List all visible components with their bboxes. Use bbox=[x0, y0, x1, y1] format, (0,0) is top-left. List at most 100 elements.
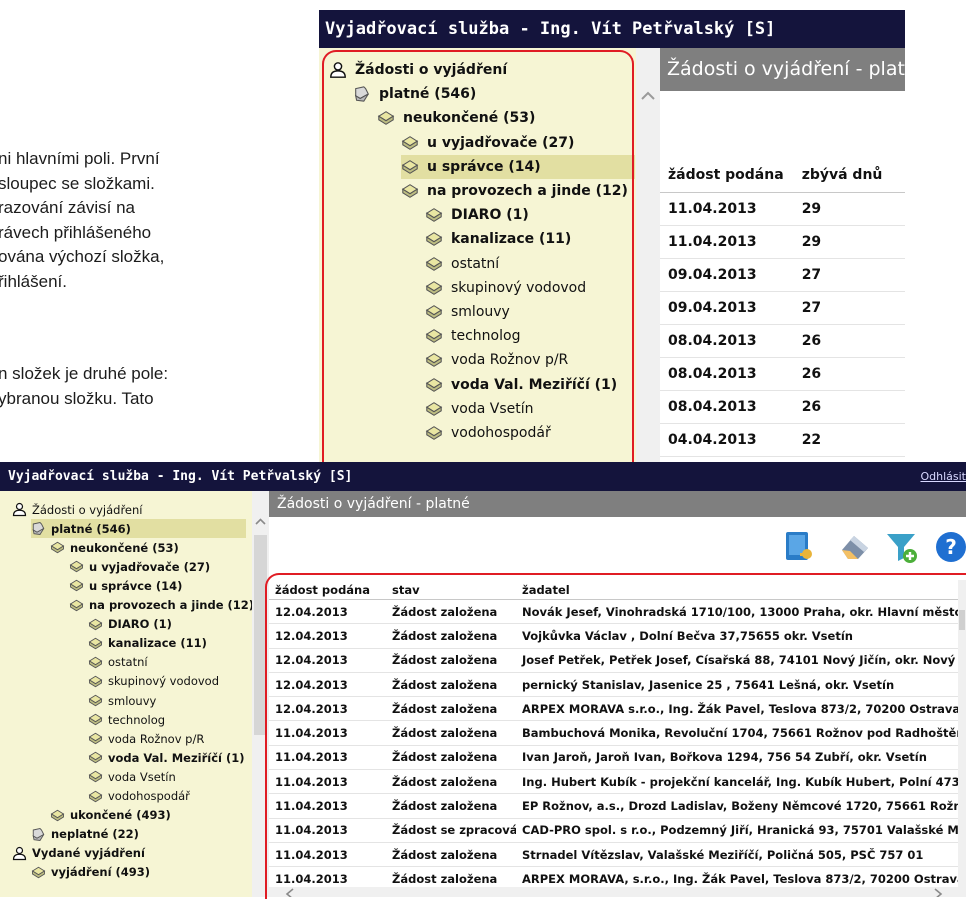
vertical-scrollbar[interactable] bbox=[958, 580, 966, 887]
table-row[interactable]: 12.04.2013 Žádost založena Josef Petřek, P… bbox=[269, 648, 966, 673]
scrollbar-thumb[interactable] bbox=[254, 535, 267, 735]
scroll-up-icon[interactable] bbox=[636, 84, 660, 108]
table-row[interactable]: 08.04.2013 26 bbox=[660, 390, 905, 424]
sidebar-scrollbar[interactable] bbox=[252, 491, 269, 897]
folder-icon bbox=[31, 866, 46, 879]
table-row[interactable]: 11.04.2013 Žádost založena Ivan Jaroň, Jar… bbox=[269, 745, 966, 771]
tree-node[interactable]: vyjádření (493) bbox=[31, 863, 150, 882]
column-header[interactable]: stav bbox=[386, 580, 516, 600]
folder-icon bbox=[425, 256, 443, 271]
tree-node-label: DIARO (1) bbox=[108, 617, 172, 632]
tree-node[interactable]: neplatné (22) bbox=[31, 825, 139, 844]
table-row[interactable]: 04.04.2013 22 bbox=[660, 423, 905, 457]
tree-node[interactable]: platné (546) bbox=[31, 519, 246, 539]
tree-node[interactable]: na provozech a jinde (12) bbox=[69, 596, 252, 615]
tree-node[interactable]: u vyjadřovače (27) bbox=[69, 557, 210, 576]
tree-node-label: skupinový vodovod bbox=[108, 674, 219, 689]
tree-node[interactable]: ostatní bbox=[88, 653, 148, 672]
table-row[interactable]: 09.04.2013 27 bbox=[660, 291, 905, 325]
tree-node[interactable]: u správce (14) bbox=[401, 154, 635, 179]
tree-node[interactable]: DIARO (1) bbox=[425, 203, 529, 227]
tree-node[interactable]: voda Vsetín bbox=[425, 397, 534, 421]
table-row[interactable]: 11.04.2013 29 bbox=[660, 192, 905, 226]
tree-node[interactable]: voda Val. Meziříčí (1) bbox=[425, 373, 617, 397]
tree-node[interactable]: Žádosti o vyjádření bbox=[329, 58, 507, 82]
table-cell: Žádost založena bbox=[386, 769, 516, 795]
table-row[interactable]: 11.04.2013Žádost se zpracováváCAD-PRO sp… bbox=[269, 818, 966, 843]
folder-icon bbox=[50, 541, 65, 554]
tree-node[interactable]: DIARO (1) bbox=[88, 615, 172, 634]
book-key-icon[interactable] bbox=[782, 530, 816, 564]
requests-table: žádost podána stav žadatel 12.04.2013 Žádost… bbox=[269, 580, 966, 892]
folder-icon bbox=[401, 135, 419, 150]
tree-node[interactable]: kanalizace (11) bbox=[88, 634, 207, 653]
main-header-title: Žádosti o vyjádření - platné bbox=[667, 58, 905, 80]
tree-node[interactable]: voda Vsetín bbox=[88, 767, 176, 786]
scroll-right-icon[interactable] bbox=[931, 887, 945, 897]
tree-node[interactable]: platné (546) bbox=[353, 82, 476, 106]
table-cell: pernický Stanislav, Jasenice 25 , 75641 … bbox=[516, 672, 966, 698]
logout-link[interactable]: Odhlásit bbox=[920, 462, 966, 491]
tree-node[interactable]: smlouvy bbox=[88, 691, 156, 710]
table-cell: 12.04.2013 bbox=[269, 599, 386, 625]
tree-node[interactable]: kanalizace (11) bbox=[425, 227, 571, 251]
eraser-icon[interactable] bbox=[838, 530, 872, 564]
filter-add-icon[interactable] bbox=[885, 530, 919, 564]
tree-node[interactable]: u správce (14) bbox=[69, 576, 182, 595]
tree-node[interactable]: smlouvy bbox=[425, 300, 510, 324]
folder-icon bbox=[425, 280, 443, 295]
sidebar-scrollbar[interactable] bbox=[636, 48, 660, 462]
tree-node[interactable]: voda Rožnov p/R bbox=[425, 348, 568, 372]
tree-node[interactable]: vodohospodář bbox=[88, 787, 190, 806]
tree-node-label: voda Rožnov p/R bbox=[451, 352, 569, 369]
tree-node-label: platné (546) bbox=[379, 86, 477, 103]
table-row[interactable]: 11.04.2013 Žádost založena EP Rožnov, a.s.… bbox=[269, 793, 966, 819]
tree-node[interactable]: neukončené (53) bbox=[50, 538, 179, 557]
table-row[interactable]: 11.04.2013 Žádost založena Ing. Hubert Kub… bbox=[269, 769, 966, 795]
tree-node[interactable]: u vyjadřovače (27) bbox=[401, 131, 574, 155]
tree-node[interactable]: voda Rožnov p/R bbox=[88, 729, 204, 748]
table-row[interactable]: 12.04.2013 Žádost založena ARPEX MORAVA s.… bbox=[269, 696, 966, 722]
requests-table: žádost podána zbývá dnů 11.04.2013 29 11.04.… bbox=[660, 158, 905, 462]
folder-icon bbox=[425, 426, 443, 441]
window-title-bar: Vyjadřovací služba - Ing. Vít Petřvalský… bbox=[319, 10, 905, 48]
tree-node[interactable]: skupinový vodovod bbox=[425, 276, 586, 300]
table-row[interactable]: 12.04.2013 Žádost založena Vojkůvka Václav… bbox=[269, 623, 966, 649]
table-row[interactable]: 08.04.2013 26 bbox=[660, 324, 905, 358]
column-header[interactable]: žádost podána bbox=[660, 158, 794, 193]
tree-node[interactable]: skupinový vodovod bbox=[88, 672, 219, 691]
table-cell: 22 bbox=[793, 423, 905, 457]
doc-line: ni hlavními poli. První bbox=[0, 149, 160, 168]
tree-node[interactable]: ukončené (493) bbox=[50, 806, 171, 825]
table-row[interactable]: 11.04.2013 29 bbox=[660, 225, 905, 259]
table-row[interactable]: 12.04.2013 Žádost založena pernický Stanis… bbox=[269, 672, 966, 698]
document-text-top: ni hlavními poli. První sloupec se složk… bbox=[0, 147, 164, 294]
folder-icon bbox=[425, 232, 443, 247]
column-header[interactable]: zbývá dnů bbox=[793, 158, 905, 193]
table-cell: ARPEX MORAVA s.r.o., Ing. Žák Pavel, Tes… bbox=[516, 696, 966, 722]
tree-node[interactable]: Žádosti o vyjádření bbox=[12, 500, 143, 519]
tree-node[interactable]: neukončené (53) bbox=[377, 106, 535, 130]
folder-icon bbox=[88, 637, 103, 650]
document-text-bottom: n složek je druhé pole: ybranou složku. … bbox=[0, 362, 168, 411]
table-row[interactable]: 09.04.2013 27 bbox=[660, 258, 905, 292]
table-row[interactable]: 08.04.2013 26 bbox=[660, 357, 905, 391]
help-icon[interactable]: ? bbox=[934, 530, 966, 564]
tree-node[interactable]: Vydané vyjádření bbox=[12, 844, 145, 863]
scroll-up-icon[interactable] bbox=[252, 513, 269, 530]
tree-node[interactable]: vodohospodář bbox=[425, 421, 551, 445]
window-title-bar: Vyjadřovací služba - Ing. Vít Petřvalský… bbox=[0, 462, 966, 491]
scroll-left-icon[interactable] bbox=[283, 887, 297, 897]
tree-node[interactable]: na provozech a jinde (12) bbox=[401, 179, 628, 203]
table-row[interactable]: 12.04.2013 Žádost založena Novák Jesef, Vi… bbox=[269, 599, 966, 625]
tree-node[interactable]: technolog bbox=[88, 710, 165, 729]
tree-node[interactable]: technolog bbox=[425, 324, 520, 348]
column-header[interactable]: žadatel bbox=[516, 580, 966, 600]
table-row[interactable]: 11.04.2013 Žádost založena Bambuchová Moni… bbox=[269, 720, 966, 746]
column-header[interactable]: žádost podána bbox=[269, 580, 386, 600]
horizontal-scrollbar[interactable] bbox=[269, 887, 966, 897]
tree-node[interactable]: ostatní bbox=[425, 252, 499, 276]
table-row[interactable]: 11.04.2013 Žádost založena Strnadel Vítězs… bbox=[269, 842, 966, 868]
tree-node[interactable]: voda Val. Meziříčí (1) bbox=[88, 748, 245, 767]
scrollbar-thumb[interactable] bbox=[959, 610, 965, 630]
